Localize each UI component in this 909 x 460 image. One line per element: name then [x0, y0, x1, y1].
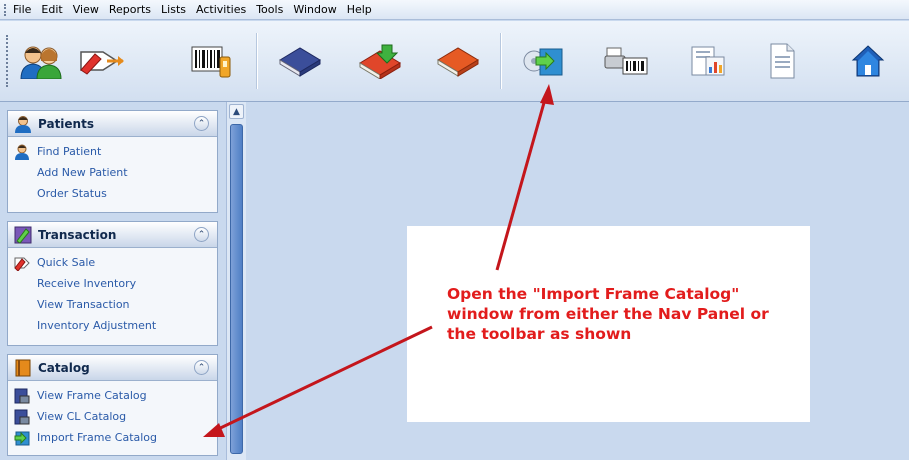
menu-help[interactable]: Help	[347, 3, 372, 16]
view-frame-catalog-link[interactable]: View Frame Catalog	[8, 385, 217, 406]
patients-panel: Patients ⌃ Find Patient Add New Patient …	[7, 110, 218, 213]
order-status-link[interactable]: Order Status	[8, 183, 217, 204]
quick-sale-icon	[14, 257, 30, 271]
add-new-patient-link-label: Add New Patient	[37, 166, 128, 179]
document-icon	[770, 43, 795, 79]
collapse-chevron-icon[interactable]: ⌃	[194, 360, 209, 375]
transaction-panel: Transaction ⌃ Quick Sale Receive Invento…	[7, 221, 218, 346]
transaction-panel-body: Quick Sale Receive Inventory View Transa…	[8, 248, 217, 340]
scrollbar-thumb[interactable]	[230, 124, 243, 454]
inventory-adjustment-link-label: Inventory Adjustment	[37, 319, 157, 332]
toolbar-home-button[interactable]	[840, 35, 896, 87]
patients-panel-body: Find Patient Add New Patient Order Statu…	[8, 137, 217, 208]
menu-file[interactable]: File	[13, 3, 31, 16]
patients-panel-header[interactable]: Patients ⌃	[8, 111, 217, 137]
toolbar-report-button[interactable]	[680, 35, 736, 87]
toolbar-separator	[500, 33, 502, 89]
menu-activities[interactable]: Activities	[196, 3, 246, 16]
barcode-inventory-icon	[191, 46, 231, 78]
import-frame-catalog-icon	[14, 431, 30, 445]
scroll-up-icon[interactable]: ▲	[229, 104, 244, 119]
annotation-callout: Open the "Import Frame Catalog" window f…	[407, 226, 810, 422]
collapse-chevron-icon[interactable]: ⌃	[194, 227, 209, 242]
receive-inventory-link-label: Receive Inventory	[37, 277, 137, 290]
transaction-icon	[14, 226, 32, 244]
view-cl-catalog-link[interactable]: View CL Catalog	[8, 406, 217, 427]
book-download-icon	[359, 44, 401, 79]
catalog-panel-title: Catalog	[38, 360, 90, 375]
add-new-patient-link[interactable]: Add New Patient	[8, 162, 217, 183]
import-frame-catalog-link-label: Import Frame Catalog	[37, 431, 158, 444]
frame-catalog-icon	[14, 388, 30, 403]
blue-book-icon	[279, 47, 321, 77]
patients-icon	[20, 46, 62, 79]
printer-barcode-icon	[604, 47, 648, 75]
toolbar-inventory-button[interactable]	[184, 35, 240, 87]
inventory-adjustment-link[interactable]: Inventory Adjustment	[8, 315, 217, 336]
find-patient-link[interactable]: Find Patient	[8, 141, 217, 162]
catalog-panel-header[interactable]: Catalog ⌃	[8, 355, 217, 381]
toolbar	[0, 21, 909, 102]
toolbar-blue-book-button[interactable]	[272, 35, 328, 87]
menu-bar: File Edit View Reports Lists Activities …	[0, 0, 909, 20]
cl-catalog-icon	[14, 409, 30, 424]
view-cl-catalog-link-label: View CL Catalog	[37, 410, 127, 423]
find-patient-link-label: Find Patient	[37, 145, 102, 158]
annotation-text: Open the "Import Frame Catalog" window f…	[447, 285, 769, 343]
view-transaction-link[interactable]: View Transaction	[8, 294, 217, 315]
menu-reports[interactable]: Reports	[109, 3, 151, 16]
toolbar-orange-book-button[interactable]	[430, 35, 486, 87]
home-icon	[851, 45, 885, 77]
view-transaction-link-label: View Transaction	[37, 298, 130, 311]
toolbar-print-barcode-button[interactable]	[598, 35, 654, 87]
menu-grip[interactable]	[4, 3, 7, 16]
catalog-book-icon	[15, 359, 31, 376]
menu-edit[interactable]: Edit	[41, 3, 62, 16]
catalog-panel-body: View Frame Catalog View CL Catalog Impor…	[8, 381, 217, 452]
menu-tools[interactable]: Tools	[256, 3, 283, 16]
collapse-chevron-icon[interactable]: ⌃	[194, 116, 209, 131]
toolbar-patients-button[interactable]	[14, 35, 70, 87]
receive-inventory-link[interactable]: Receive Inventory	[8, 273, 217, 294]
patient-person-icon	[15, 115, 31, 133]
view-frame-catalog-link-label: View Frame Catalog	[37, 389, 147, 402]
transaction-panel-title: Transaction	[38, 227, 117, 242]
menu-view[interactable]: View	[73, 3, 99, 16]
toolbar-transaction-button[interactable]	[74, 35, 130, 87]
nav-scrollbar[interactable]: ▲	[226, 102, 246, 460]
patients-panel-title: Patients	[38, 116, 94, 131]
toolbar-separator	[256, 33, 258, 89]
orange-book-icon	[437, 47, 479, 77]
toolbar-import-frame-catalog-button[interactable]	[516, 35, 572, 87]
app-window: File Edit View Reports Lists Activities …	[0, 0, 909, 460]
order-status-link-label: Order Status	[37, 187, 107, 200]
catalog-panel: Catalog ⌃ View Frame Catalog View CL Cat…	[7, 354, 218, 456]
quick-sale-link-label: Quick Sale	[37, 256, 96, 269]
toolbar-book-download-button[interactable]	[352, 35, 408, 87]
transaction-panel-header[interactable]: Transaction ⌃	[8, 222, 217, 248]
transaction-pen-icon	[80, 51, 124, 75]
report-chart-icon	[691, 46, 725, 76]
import-frame-catalog-link[interactable]: Import Frame Catalog	[8, 427, 217, 448]
toolbar-grip[interactable]	[6, 35, 9, 87]
quick-sale-link[interactable]: Quick Sale	[8, 252, 217, 273]
toolbar-document-button[interactable]	[754, 35, 810, 87]
patient-person-icon	[15, 144, 29, 160]
menu-lists[interactable]: Lists	[161, 3, 186, 16]
menu-window[interactable]: Window	[293, 3, 336, 16]
import-frame-catalog-icon	[523, 48, 563, 76]
